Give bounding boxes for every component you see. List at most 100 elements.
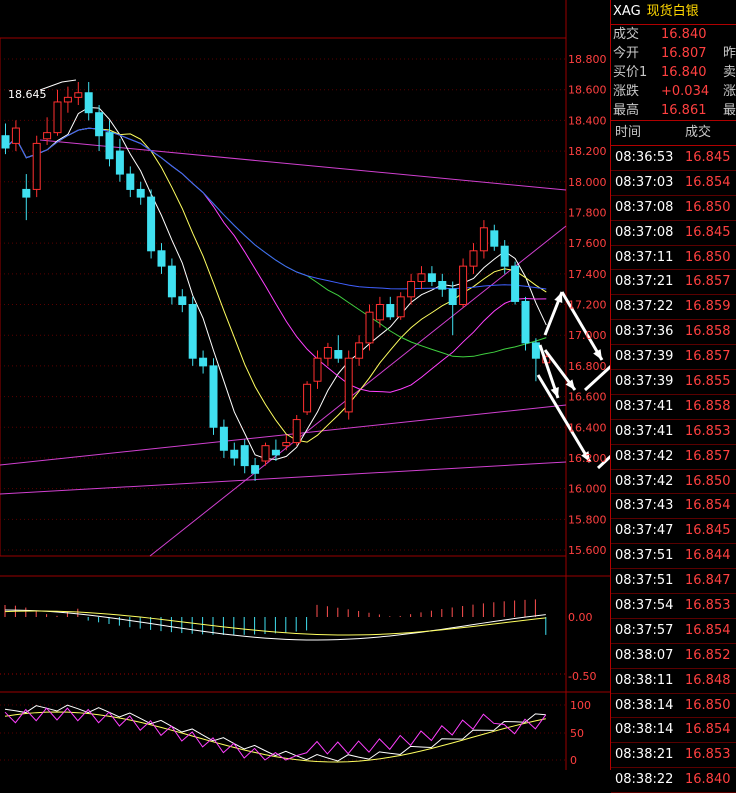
- quote-extra-label: 昨: [723, 46, 736, 61]
- candle: [147, 189, 156, 259]
- tick-price: 16.850: [685, 697, 731, 713]
- tick-row: 08:37:39 16.857: [611, 345, 736, 371]
- support-line-2: [0, 461, 567, 495]
- quote-row: 买价1 16.840 卖: [611, 63, 736, 82]
- price-axis: 18.800 18.600 18.400 18.200 18.000 17.800 17.6…: [568, 53, 607, 557]
- candle: [230, 442, 239, 466]
- quote-row: 涨跌 +0.034 涨: [611, 82, 736, 101]
- tick-price: 16.845: [685, 150, 731, 165]
- tick-row: 08:37:43 16.854: [611, 494, 736, 520]
- tick-price: 16.853: [685, 598, 731, 614]
- tick-price: 16.858: [685, 398, 731, 414]
- quote-extra-label: 卖: [723, 65, 736, 80]
- price-col-header: 成交: [685, 125, 712, 140]
- candle: [469, 243, 478, 274]
- tick-price: 16.853: [685, 423, 731, 439]
- tick-price: 16.848: [685, 672, 731, 688]
- macd-tick-label: 0.00: [568, 611, 593, 624]
- quote-value: 16.840: [661, 65, 707, 80]
- candle: [282, 434, 291, 451]
- candle: [1, 123, 10, 155]
- y-tick-label: 18.800: [568, 53, 607, 66]
- tick-row: 08:37:08 16.850: [611, 196, 736, 221]
- tick-price: 16.845: [685, 523, 731, 539]
- tick-row: 08:37:03 16.854: [611, 171, 736, 196]
- tick-row: 08:37:41 16.853: [611, 420, 736, 445]
- y-tick-label: 16.400: [568, 421, 607, 434]
- candle: [365, 304, 374, 351]
- tick-row: 08:37:22 16.859: [611, 295, 736, 321]
- tick-time: 08:37:47: [615, 523, 674, 539]
- tick-row: 08:37:21 16.857: [611, 270, 736, 296]
- tick-price: 16.853: [685, 747, 731, 763]
- tick-price: 16.857: [685, 274, 731, 290]
- quote-panel: XAG 现货白银 成交 16.840 今开 16.807 昨买价1 16.840 卖涨跌 +0.…: [610, 0, 736, 793]
- tick-row: 08:37:39 16.855: [611, 370, 736, 395]
- candle: [303, 381, 312, 415]
- quote-label: 涨跌: [613, 84, 640, 99]
- tick-price: 16.854: [685, 622, 731, 638]
- candle: [32, 135, 41, 198]
- tick-row: 08:38:07 16.852: [611, 644, 736, 669]
- candle: [11, 120, 20, 152]
- tick-price: 16.845: [685, 224, 731, 240]
- tick-time: 08:37:54: [615, 598, 674, 614]
- y-tick-label: 17.800: [568, 206, 607, 219]
- candle: [188, 296, 197, 366]
- tick-price: 16.854: [685, 722, 731, 738]
- tick-time: 08:37:42: [615, 448, 674, 464]
- quote-extra-label: 最: [723, 103, 736, 118]
- tick-price: 16.854: [685, 174, 731, 190]
- tick-time: 08:37:21: [615, 274, 674, 290]
- candle: [167, 258, 176, 305]
- quote-label: 成交: [613, 27, 640, 42]
- tick-time: 08:37:22: [615, 299, 674, 315]
- tick-price: 16.855: [685, 374, 731, 390]
- quote-label: 最高: [613, 103, 640, 118]
- candle: [427, 266, 436, 287]
- quote-extra-label: 涨: [723, 84, 736, 99]
- y-tick-label: 17.000: [568, 329, 607, 342]
- candle: [323, 342, 332, 366]
- price-chart: 0.00 -0.50 100 50 0 18.800 18.600 18.400 18.20…: [0, 0, 610, 770]
- tick-time: 08:37:11: [615, 249, 674, 265]
- candle: [74, 82, 83, 106]
- tick-time: 08:37:03: [615, 174, 674, 190]
- quote-value: 16.840: [661, 27, 707, 42]
- candle: [53, 89, 62, 136]
- tick-time: 08:37:08: [615, 224, 674, 240]
- tick-time: 08:38:14: [615, 722, 674, 738]
- tick-time: 08:36:53: [615, 150, 674, 165]
- candle: [334, 335, 343, 363]
- tick-row: 08:38:11 16.848: [611, 669, 736, 694]
- tick-row: 08:37:51 16.844: [611, 544, 736, 570]
- candle: [479, 220, 488, 259]
- kdj-panel: 100 50 0: [0, 691, 610, 767]
- candle: [448, 281, 457, 336]
- down-arrow-icon: [538, 344, 560, 399]
- candle: [511, 261, 520, 305]
- tick-row: 08:37:42 16.850: [611, 470, 736, 495]
- quote-value: 16.807: [661, 46, 707, 61]
- candle: [386, 296, 395, 320]
- tick-price: 16.847: [685, 573, 731, 589]
- max-label-leader: [39, 79, 77, 91]
- tick-row: 08:38:14 16.850: [611, 694, 736, 719]
- tick-row: 08:37:47 16.845: [611, 519, 736, 545]
- tick-row: 08:38:22 16.840: [611, 768, 736, 793]
- tick-time: 08:37:51: [615, 548, 674, 564]
- candle: [136, 181, 145, 205]
- down-arrow-icon: [536, 374, 592, 463]
- macd-panel: 0.00 -0.50: [0, 575, 610, 683]
- kdj-tick-label: 50: [570, 727, 584, 740]
- up-arrow-icon: [543, 291, 564, 336]
- candle: [531, 338, 540, 382]
- kdj-tick-label: 100: [570, 699, 591, 712]
- tick-price: 16.850: [685, 473, 731, 489]
- tick-time: 08:37:41: [615, 423, 674, 439]
- tick-time: 08:37:43: [615, 498, 674, 514]
- candle: [199, 350, 208, 374]
- candle: [459, 258, 468, 308]
- tick-price: 16.858: [685, 324, 731, 340]
- candle: [126, 166, 135, 198]
